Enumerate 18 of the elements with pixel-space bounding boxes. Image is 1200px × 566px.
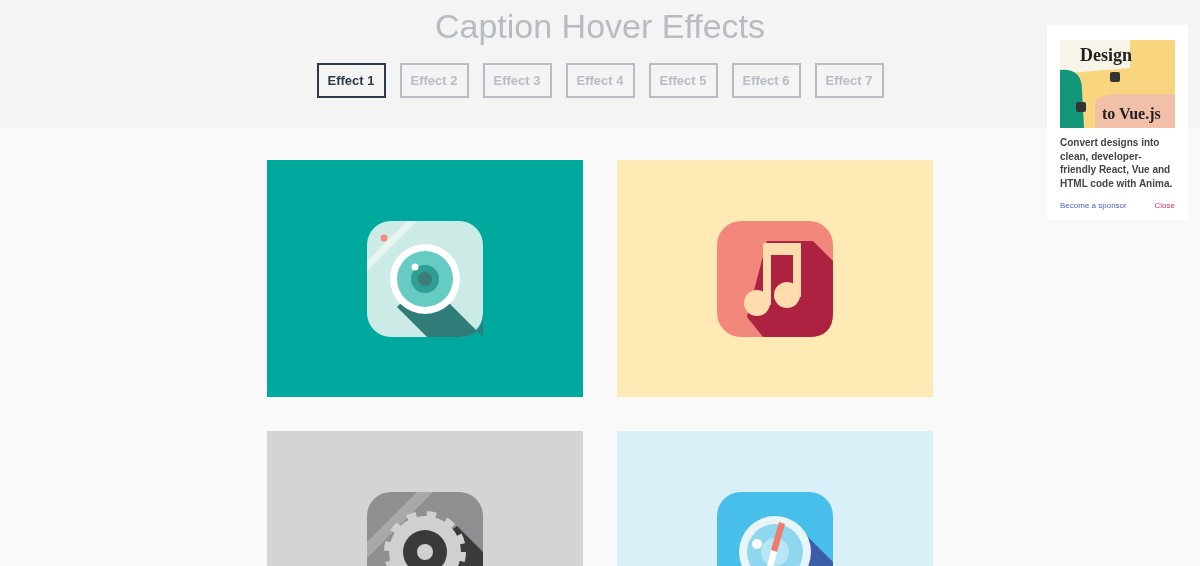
effect-tab[interactable]: Effect 3 bbox=[482, 63, 552, 98]
effect-tab[interactable]: Effect 2 bbox=[399, 63, 469, 98]
effect-tab[interactable]: Effect 1 bbox=[316, 63, 386, 98]
camera-icon bbox=[367, 220, 483, 337]
sponsor-link[interactable]: Become a sponsor bbox=[1060, 200, 1127, 212]
effect-tile[interactable] bbox=[617, 160, 933, 397]
sponsor-text: Convert designs into clean, developer-friendly React, Vue and HTML code with Anima. bbox=[1060, 136, 1174, 190]
effect-tab[interactable]: Effect 6 bbox=[731, 63, 801, 98]
effect-tile[interactable] bbox=[267, 160, 583, 397]
close-link[interactable]: Close bbox=[1154, 200, 1175, 212]
music-note-icon bbox=[717, 220, 833, 337]
sponsor-banner[interactable]: Design to Vue.js bbox=[1060, 40, 1175, 128]
banner-subheading: to Vue.js bbox=[1102, 104, 1161, 125]
page-title: Caption Hover Effects bbox=[434, 6, 766, 46]
effect-tab[interactable]: Effect 7 bbox=[814, 63, 884, 98]
banner-heading: Design bbox=[1080, 44, 1132, 67]
effect-tab[interactable]: Effect 4 bbox=[565, 63, 635, 98]
effect-tab[interactable]: Effect 5 bbox=[648, 63, 718, 98]
